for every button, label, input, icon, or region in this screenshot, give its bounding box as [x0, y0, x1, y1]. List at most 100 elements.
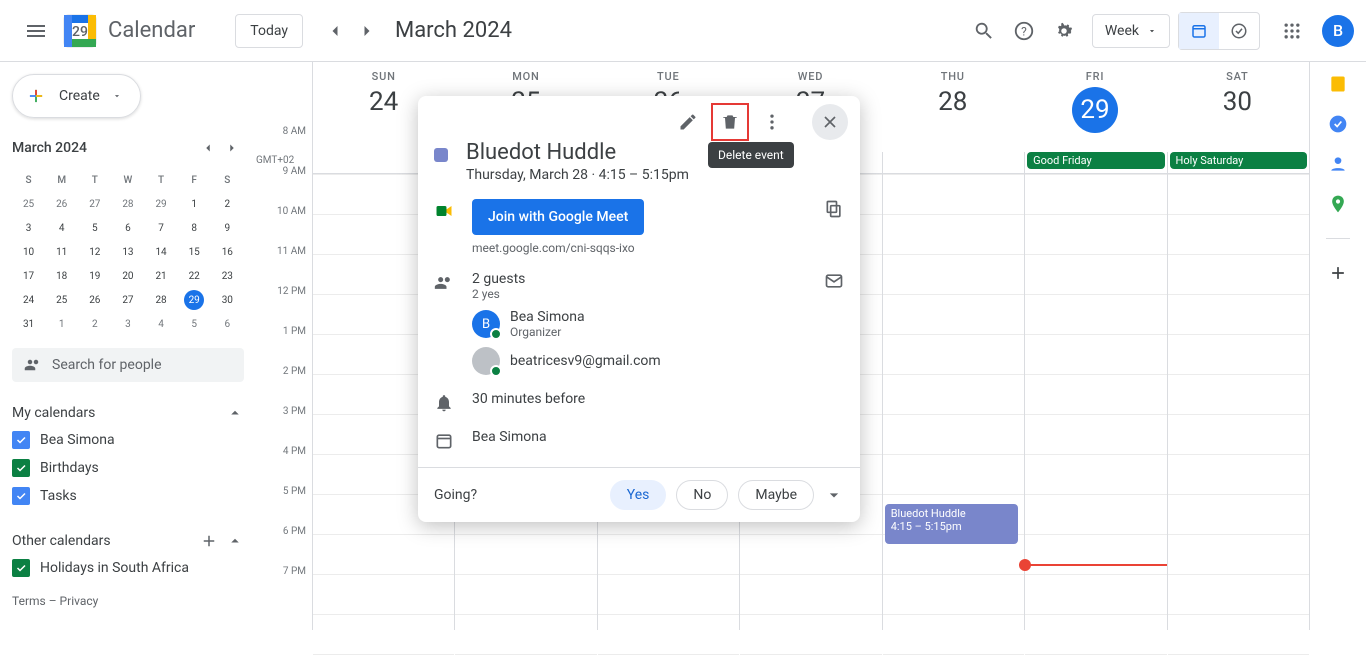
calendar-item[interactable]: Bea Simona	[12, 426, 244, 454]
mini-day-cell[interactable]: 13	[111, 240, 144, 264]
calendar-checkbox[interactable]	[12, 431, 30, 449]
mini-day-cell[interactable]: 12	[78, 240, 111, 264]
mini-day-cell[interactable]: 2	[78, 312, 111, 336]
mini-day-cell[interactable]: 10	[12, 240, 45, 264]
rsvp-no-button[interactable]: No	[676, 480, 728, 510]
mini-day-cell[interactable]: 26	[45, 192, 78, 216]
mini-day-cell[interactable]: 24	[12, 288, 45, 312]
mini-day-cell[interactable]: 22	[178, 264, 211, 288]
mini-day-cell[interactable]: 5	[178, 312, 211, 336]
mini-day-cell[interactable]: 4	[145, 312, 178, 336]
mini-day-cell[interactable]: 30	[211, 288, 244, 312]
mini-day-cell[interactable]: 23	[211, 264, 244, 288]
mini-day-cell[interactable]: 17	[12, 264, 45, 288]
contacts-icon[interactable]	[1328, 154, 1348, 174]
event-block[interactable]: Bluedot Huddle4:15 – 5:15pm	[885, 504, 1018, 544]
settings-button[interactable]	[1044, 11, 1084, 51]
mini-day-cell[interactable]: 28	[145, 288, 178, 312]
mini-day-cell[interactable]: 26	[78, 288, 111, 312]
mini-day-cell[interactable]: 19	[78, 264, 111, 288]
mini-day-cell[interactable]: 21	[145, 264, 178, 288]
mini-day-cell[interactable]: 11	[45, 240, 78, 264]
mini-day-cell[interactable]: 25	[45, 288, 78, 312]
day-column[interactable]	[1167, 174, 1309, 630]
mini-day-cell[interactable]: 14	[145, 240, 178, 264]
plus-icon[interactable]	[200, 532, 218, 550]
edit-event-button[interactable]	[670, 104, 706, 140]
copy-icon[interactable]	[824, 199, 844, 219]
mini-day-cell[interactable]: 2	[211, 192, 244, 216]
day-header[interactable]: FRI29	[1024, 62, 1166, 152]
account-avatar[interactable]: B	[1322, 15, 1354, 47]
delete-event-button[interactable]	[712, 104, 748, 140]
tasks-icon[interactable]	[1328, 114, 1348, 134]
day-column[interactable]: Bluedot Huddle4:15 – 5:15pm	[882, 174, 1024, 630]
mini-day-cell[interactable]: 31	[12, 312, 45, 336]
mini-day-cell[interactable]: 6	[111, 216, 144, 240]
day-header[interactable]: SAT30	[1167, 62, 1309, 152]
day-header[interactable]: THU28	[882, 62, 1024, 152]
prev-period-button[interactable]	[319, 15, 351, 47]
maps-icon[interactable]	[1328, 194, 1348, 214]
mini-day-cell[interactable]: 27	[111, 288, 144, 312]
close-popup-button[interactable]	[812, 104, 848, 140]
calendar-item[interactable]: Tasks	[12, 482, 244, 510]
next-period-button[interactable]	[351, 15, 383, 47]
mini-day-cell[interactable]: 1	[178, 192, 211, 216]
mini-day-cell[interactable]: 28	[111, 192, 144, 216]
keep-icon[interactable]	[1328, 74, 1348, 94]
other-calendars-header[interactable]: Other calendars	[12, 528, 244, 554]
create-button[interactable]: Create	[12, 74, 141, 118]
allday-cell[interactable]	[882, 152, 1024, 173]
mini-day-cell[interactable]: 3	[111, 312, 144, 336]
event-options-button[interactable]	[754, 104, 790, 140]
calendar-checkbox[interactable]	[12, 487, 30, 505]
mini-day-cell[interactable]: 29	[145, 192, 178, 216]
search-people-input[interactable]: Search for people	[12, 348, 244, 382]
mini-day-cell[interactable]: 15	[178, 240, 211, 264]
view-selector[interactable]: Week	[1092, 14, 1170, 48]
search-button[interactable]	[964, 11, 1004, 51]
calendar-item[interactable]: Birthdays	[12, 454, 244, 482]
guest-item[interactable]: B Bea SimonaOrganizer	[472, 309, 806, 339]
mini-day-cell[interactable]: 6	[211, 312, 244, 336]
terms-privacy-link[interactable]: Terms – Privacy	[12, 594, 244, 608]
mini-day-cell[interactable]: 8	[178, 216, 211, 240]
today-button[interactable]: Today	[235, 14, 303, 48]
calendar-checkbox[interactable]	[12, 559, 30, 577]
join-meet-button[interactable]: Join with Google Meet	[472, 199, 644, 235]
calendar-checkbox[interactable]	[12, 459, 30, 477]
rsvp-yes-button[interactable]: Yes	[610, 480, 667, 510]
mini-day-cell[interactable]: 9	[211, 216, 244, 240]
add-panel-icon[interactable]	[1328, 263, 1348, 283]
mini-next-button[interactable]	[220, 136, 244, 160]
mini-day-cell[interactable]: 3	[12, 216, 45, 240]
google-apps-button[interactable]	[1272, 11, 1312, 51]
allday-event[interactable]: Good Friday	[1027, 152, 1164, 169]
mini-day-cell[interactable]: 20	[111, 264, 144, 288]
rsvp-maybe-button[interactable]: Maybe	[738, 480, 814, 510]
mini-day-cell[interactable]: 1	[45, 312, 78, 336]
guest-item[interactable]: beatricesv9@gmail.com	[472, 347, 806, 375]
allday-event[interactable]: Holy Saturday	[1170, 152, 1307, 169]
tasks-toggle[interactable]	[1219, 13, 1259, 49]
calendar-item[interactable]: Holidays in South Africa	[12, 554, 244, 582]
mini-day-cell[interactable]: 5	[78, 216, 111, 240]
allday-cell[interactable]: Holy Saturday	[1167, 152, 1309, 173]
mini-day-cell[interactable]: 27	[78, 192, 111, 216]
mini-day-cell[interactable]: 18	[45, 264, 78, 288]
mini-prev-button[interactable]	[196, 136, 220, 160]
calendar-toggle[interactable]	[1179, 13, 1219, 49]
mini-day-cell[interactable]: 7	[145, 216, 178, 240]
mini-day-cell[interactable]: 16	[211, 240, 244, 264]
chevron-down-icon[interactable]	[824, 485, 844, 505]
mini-day-cell[interactable]: 29	[178, 288, 211, 312]
mini-day-cell[interactable]: 4	[45, 216, 78, 240]
my-calendars-header[interactable]: My calendars	[12, 400, 244, 426]
main-menu-button[interactable]	[12, 7, 60, 55]
support-button[interactable]: ?	[1004, 11, 1044, 51]
email-guests-icon[interactable]	[824, 271, 844, 291]
allday-cell[interactable]: Good Friday	[1024, 152, 1166, 173]
day-column[interactable]	[1024, 174, 1166, 630]
mini-day-cell[interactable]: 25	[12, 192, 45, 216]
